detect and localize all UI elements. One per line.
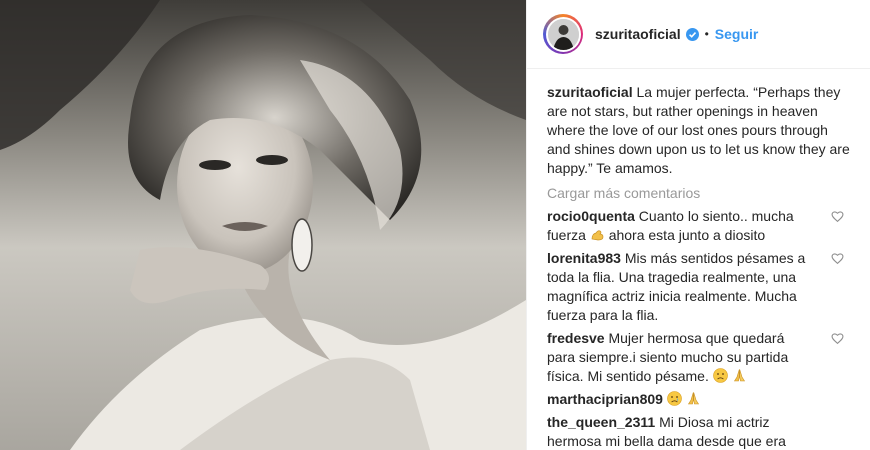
praying-hands-icon — [687, 392, 699, 405]
avatar-frame — [545, 16, 581, 52]
verified-badge-icon — [685, 27, 699, 41]
flexed-biceps-icon — [591, 230, 604, 241]
comment-username[interactable]: the_queen_2311 — [547, 414, 655, 430]
heart-icon[interactable] — [831, 332, 844, 345]
header-separator: • — [704, 27, 709, 41]
comment-username[interactable]: marthaciprian809 — [547, 391, 663, 407]
comment-username[interactable]: rocio0quenta — [547, 208, 635, 224]
post-header: szuritaoficial • Seguir — [527, 0, 870, 69]
portrait-photo — [0, 0, 526, 450]
crying-face-icon — [667, 391, 682, 406]
follow-button[interactable]: Seguir — [715, 26, 759, 42]
praying-hands-icon — [733, 369, 745, 382]
post-username[interactable]: szuritaoficial — [595, 26, 681, 42]
comment-item: lorenita983 Mis más sentidos pésames a t… — [547, 249, 854, 325]
post-photo[interactable] — [0, 0, 526, 450]
comments-list: szuritaoficial La mujer perfecta. “Perha… — [527, 69, 870, 450]
post-panel: szuritaoficial • Seguir szuritaoficial L… — [526, 0, 870, 450]
comment-item: fredesve Mujer hermosa que quedará para … — [547, 329, 854, 386]
comment-username[interactable]: fredesve — [547, 330, 605, 346]
comment-item: rocio0quenta Cuanto lo siento.. mucha fu… — [547, 207, 854, 245]
post-caption: szuritaoficial La mujer perfecta. “Perha… — [547, 83, 854, 178]
load-more-comments-button[interactable]: Cargar más comentarios — [547, 184, 854, 203]
comment-username[interactable]: lorenita983 — [547, 250, 621, 266]
avatar-person-icon — [547, 18, 579, 50]
avatar-image — [547, 18, 579, 50]
comment-item: the_queen_2311 Mi Diosa mi actriz hermos… — [547, 413, 854, 450]
heart-icon[interactable] — [831, 210, 844, 223]
sad-face-icon — [712, 368, 728, 383]
comment-item: marthaciprian809 — [547, 390, 854, 409]
avatar[interactable] — [543, 14, 583, 54]
heart-icon[interactable] — [831, 252, 844, 265]
comment-text-continued: ahora esta junto a diosito — [604, 227, 766, 243]
caption-username[interactable]: szuritaoficial — [547, 84, 633, 100]
